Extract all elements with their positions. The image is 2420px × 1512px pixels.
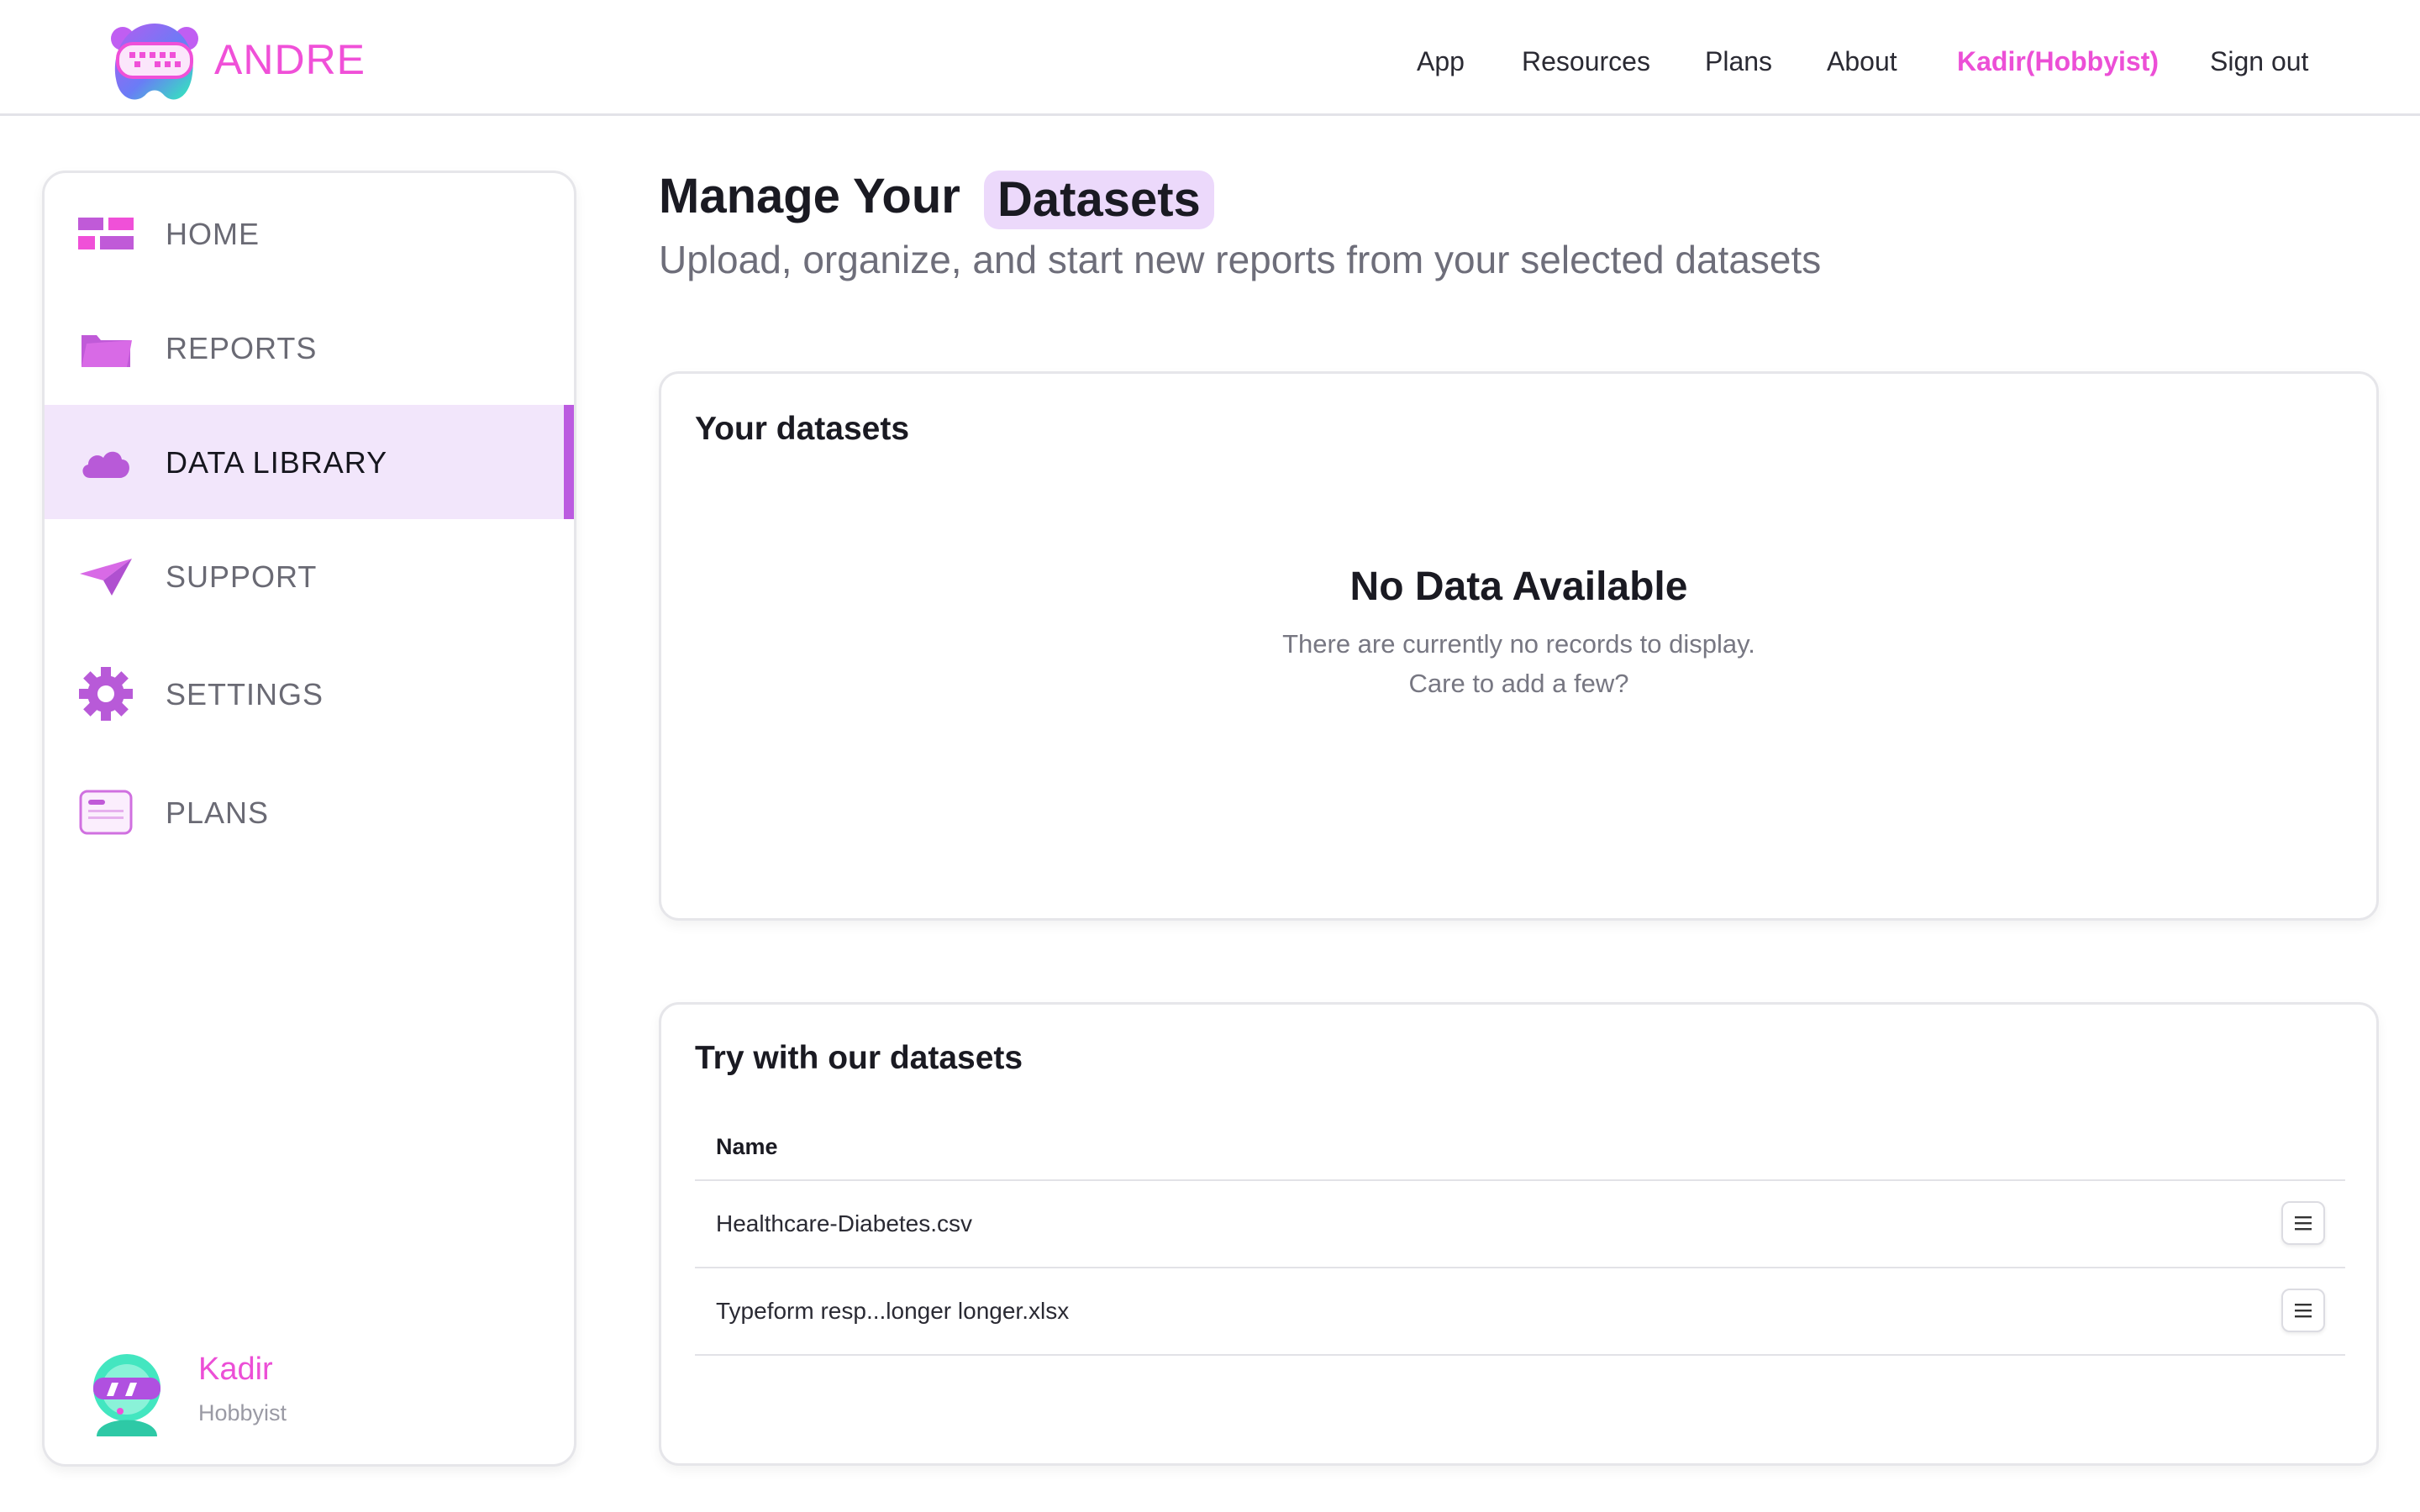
sidebar-item-settings[interactable]: SETTINGS [45,637,574,751]
empty-state-prompt: Care to add a few? [1408,669,1629,698]
table-row[interactable]: Typeform resp...longer longer.xlsx [695,1268,2345,1356]
sidebar-item-label: REPORTS [166,331,318,365]
andre-logo-icon[interactable] [104,17,205,111]
nav-app-link[interactable]: App [1417,46,1465,77]
gear-icon [78,666,134,722]
top-navbar: ANDRE App Resources Plans About Kadir(Ho… [0,0,2420,116]
sidebar-item-plans[interactable]: PLANS [45,755,574,869]
sidebar-item-support[interactable]: SUPPORT [45,519,574,633]
card-title: Try with our datasets [695,1040,1023,1076]
card-title: Your datasets [695,411,910,447]
dataset-name[interactable]: Healthcare-Diabetes.csv [716,1210,972,1236]
sidebar-item-label: HOME [166,217,260,251]
page-title: Manage Your [659,169,960,223]
page-title-highlight: Datasets [984,171,1214,229]
folder-icon [78,320,134,375]
nav-resources-link[interactable]: Resources [1522,46,1650,77]
avatar[interactable] [87,1349,167,1436]
profile-name[interactable]: Kadir [198,1352,273,1388]
nav-user-account-link[interactable]: Kadir(Hobbyist) [1957,46,2159,77]
paper-plane-icon [78,549,134,604]
table-row[interactable]: Healthcare-Diabetes.csv [695,1181,2345,1268]
sidebar-item-label: PLANS [166,795,270,830]
sign-out-link[interactable]: Sign out [2210,46,2308,77]
row-menu-button[interactable] [2281,1201,2325,1245]
empty-state-title: No Data Available [1349,564,1688,609]
menu-icon [2295,1304,2312,1318]
sample-datasets-table: Name Healthcare-Diabetes.csv Typeform re… [695,1114,2345,1356]
sample-datasets-card: Try with our datasets Name Healthcare-Di… [659,1002,2379,1466]
sidebar-item-label: SUPPORT [166,559,318,594]
sidebar-item-data-library[interactable]: DATA LIBRARY [45,405,574,519]
card-icon [78,785,134,840]
your-datasets-card: Your datasets No Data Available There ar… [659,371,2379,921]
table-header-name[interactable]: Name [695,1114,2345,1181]
page-subtitle: Upload, organize, and start new reports … [659,238,1822,281]
nav-plans-link[interactable]: Plans [1705,46,1772,77]
sidebar: HOME REPORTS DATA LIBRARY SUPPORT SETTIN… [42,171,576,1467]
dataset-name[interactable]: Typeform resp...longer longer.xlsx [716,1298,1069,1324]
cloud-icon [78,434,134,490]
dashboard-icon [78,206,134,261]
sidebar-item-label: DATA LIBRARY [166,445,388,480]
brand-name[interactable]: ANDRE [214,35,366,84]
row-menu-button[interactable] [2281,1289,2325,1332]
nav-about-link[interactable]: About [1827,46,1897,77]
sidebar-item-home[interactable]: HOME [45,176,574,291]
profile-plan: Hobbyist [198,1400,287,1425]
sidebar-item-label: SETTINGS [166,677,324,711]
sidebar-item-reports[interactable]: REPORTS [45,291,574,405]
menu-icon [2295,1216,2312,1231]
empty-state-message: There are currently no records to displa… [1282,629,1755,659]
